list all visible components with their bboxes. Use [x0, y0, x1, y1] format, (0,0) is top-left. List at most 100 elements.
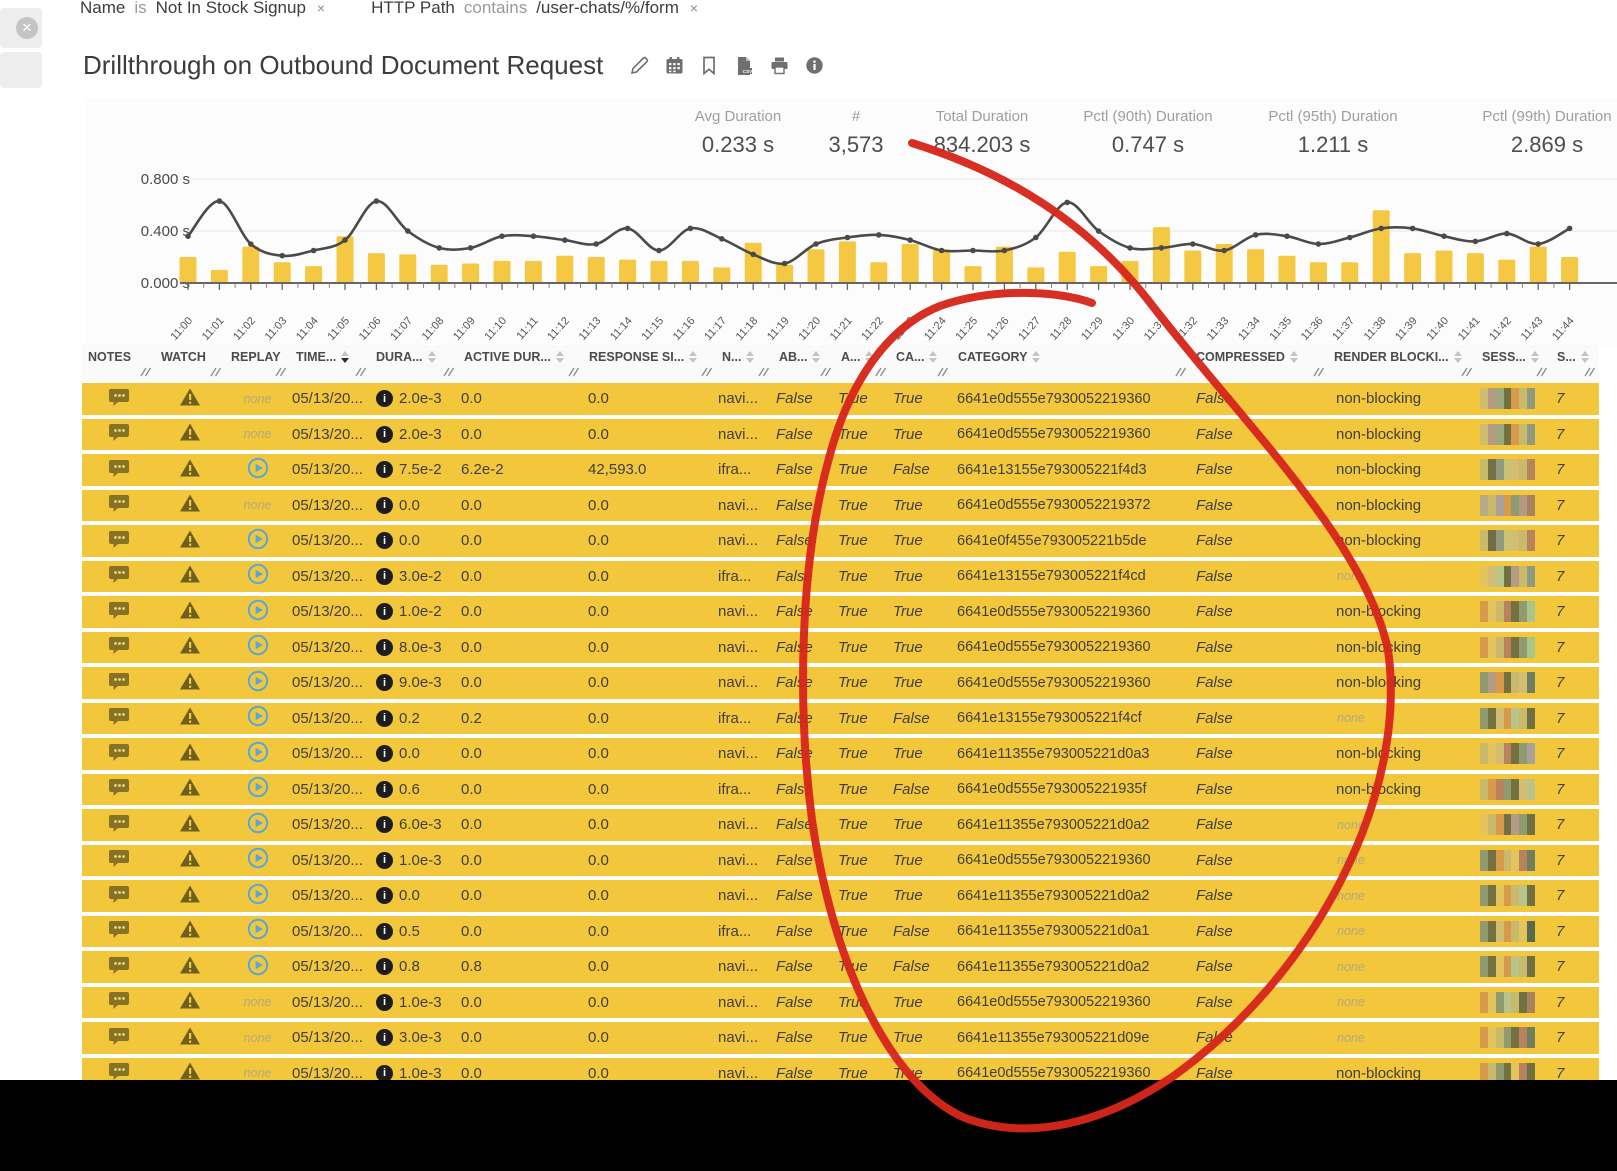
warning-icon[interactable] — [179, 564, 201, 588]
chart-line-point[interactable] — [248, 241, 254, 247]
column-header-dura[interactable]: DURA... — [376, 350, 436, 364]
chart-bar[interactable] — [1279, 256, 1296, 283]
info-badge-icon[interactable]: i — [376, 461, 393, 478]
sort-arrows-icon[interactable] — [746, 351, 754, 363]
chart-bar[interactable] — [1247, 249, 1264, 283]
chart-bar[interactable] — [1530, 247, 1547, 283]
chart-line-point[interactable] — [1316, 241, 1322, 247]
chart-bar[interactable] — [1122, 261, 1139, 283]
close-icon[interactable]: ✕ — [16, 17, 38, 39]
column-resize-grip[interactable] — [874, 364, 886, 382]
warning-icon[interactable] — [179, 884, 201, 908]
column-resize-grip[interactable] — [442, 364, 454, 382]
sort-arrows-icon[interactable] — [1531, 351, 1539, 363]
replay-play-icon[interactable] — [247, 599, 269, 625]
info-badge-icon[interactable]: i — [376, 532, 393, 549]
column-resize-grip[interactable] — [1535, 364, 1547, 382]
info-badge-icon[interactable]: i — [376, 887, 393, 904]
info-badge-icon[interactable]: i — [376, 1029, 393, 1046]
chart-bar[interactable] — [1090, 266, 1107, 283]
chart-line-point[interactable] — [1064, 200, 1070, 206]
info-icon[interactable] — [804, 56, 824, 76]
chart-line-point[interactable] — [845, 235, 851, 241]
chart-bar[interactable] — [1561, 257, 1578, 283]
replay-play-icon[interactable] — [247, 528, 269, 554]
filter-name[interactable]: Name is Not In Stock Signup × — [80, 0, 325, 18]
note-icon[interactable] — [108, 493, 130, 517]
chart-bar[interactable] — [619, 260, 636, 283]
info-badge-icon[interactable]: i — [376, 816, 393, 833]
session-timeline-strip[interactable] — [1480, 672, 1535, 693]
chart-line-point[interactable] — [813, 241, 819, 247]
warning-icon[interactable] — [179, 955, 201, 979]
chart-bar[interactable] — [1373, 210, 1390, 283]
calendar-icon[interactable] — [664, 56, 684, 76]
chart-line-point[interactable] — [1567, 226, 1573, 232]
table-row[interactable]: 05/13/20...i0.00.00.0navi...FalseTrueTru… — [82, 738, 1599, 770]
session-timeline-strip[interactable] — [1480, 388, 1535, 409]
chart-line-point[interactable] — [1504, 231, 1510, 237]
note-icon[interactable] — [108, 387, 130, 411]
session-timeline-strip[interactable] — [1480, 530, 1535, 551]
column-header-compressed[interactable]: COMPRESSED — [1196, 350, 1298, 364]
chart-line-point[interactable] — [1033, 235, 1039, 241]
chart-bar[interactable] — [839, 241, 856, 283]
warning-icon[interactable] — [179, 848, 201, 872]
session-timeline-strip[interactable] — [1480, 921, 1535, 942]
chart-line-point[interactable] — [185, 233, 191, 239]
info-badge-icon[interactable]: i — [376, 923, 393, 940]
chart-line-point[interactable] — [1096, 228, 1102, 234]
remove-filter-icon[interactable]: × — [317, 0, 325, 16]
warning-icon[interactable] — [179, 777, 201, 801]
column-header-time[interactable]: TIME... — [296, 350, 349, 364]
chart-bar[interactable] — [494, 261, 511, 283]
table-row[interactable]: none05/13/20...i2.0e-30.00.0navi...False… — [82, 419, 1599, 451]
info-badge-icon[interactable]: i — [376, 745, 393, 762]
export-csv-icon[interactable]: CSV — [734, 56, 754, 76]
warning-icon[interactable] — [179, 635, 201, 659]
chart-bar[interactable] — [1184, 251, 1201, 284]
column-resize-grip[interactable] — [1583, 364, 1595, 382]
note-icon[interactable] — [108, 813, 130, 837]
chart-line-point[interactable] — [1378, 226, 1384, 232]
session-timeline-strip[interactable] — [1480, 956, 1535, 977]
chart-line-point[interactable] — [374, 198, 380, 204]
chart-bar[interactable] — [1404, 253, 1421, 283]
chart-bar[interactable] — [713, 267, 730, 283]
table-row[interactable]: none05/13/20...i1.0e-30.00.0navi...False… — [82, 987, 1599, 1019]
chart-bar[interactable] — [870, 262, 887, 283]
table-row[interactable]: none05/13/20...i0.00.00.0navi...FalseTru… — [82, 490, 1599, 522]
info-badge-icon[interactable]: i — [376, 781, 393, 798]
chart-line-point[interactable] — [1190, 241, 1196, 247]
column-header-ab[interactable]: AB... — [779, 350, 820, 364]
table-row[interactable]: 05/13/20...i6.0e-30.00.0navi...FalseTrue… — [82, 809, 1599, 841]
warning-icon[interactable] — [179, 458, 201, 482]
note-icon[interactable] — [108, 600, 130, 624]
column-resize-grip[interactable] — [700, 364, 712, 382]
note-icon[interactable] — [108, 777, 130, 801]
chart-bar[interactable] — [368, 253, 385, 283]
chart-line-point[interactable] — [1535, 241, 1541, 247]
note-icon[interactable] — [108, 422, 130, 446]
chart-bar[interactable] — [682, 261, 699, 283]
chart-line-point[interactable] — [907, 237, 913, 243]
chart-bar[interactable] — [1341, 262, 1358, 283]
session-timeline-strip[interactable] — [1480, 1027, 1535, 1048]
chart-bar[interactable] — [525, 261, 542, 283]
column-resize-grip[interactable] — [274, 364, 286, 382]
session-timeline-strip[interactable] — [1480, 495, 1535, 516]
note-icon[interactable] — [108, 671, 130, 695]
chart-line-point[interactable] — [1410, 226, 1416, 232]
side-panel-tab-blank[interactable] — [0, 52, 42, 88]
column-header-response-si[interactable]: RESPONSE SI... — [589, 350, 697, 364]
chart-line-point[interactable] — [656, 248, 662, 254]
sort-arrows-icon[interactable] — [1032, 351, 1040, 363]
chart-bar[interactable] — [180, 257, 197, 283]
chart-bar[interactable] — [588, 257, 605, 283]
replay-play-icon[interactable] — [247, 883, 269, 909]
warning-icon[interactable] — [179, 919, 201, 943]
column-resize-grip[interactable] — [354, 364, 366, 382]
note-icon[interactable] — [108, 1026, 130, 1050]
info-badge-icon[interactable]: i — [376, 390, 393, 407]
column-header-active-dur[interactable]: ACTIVE DUR... — [464, 350, 564, 364]
